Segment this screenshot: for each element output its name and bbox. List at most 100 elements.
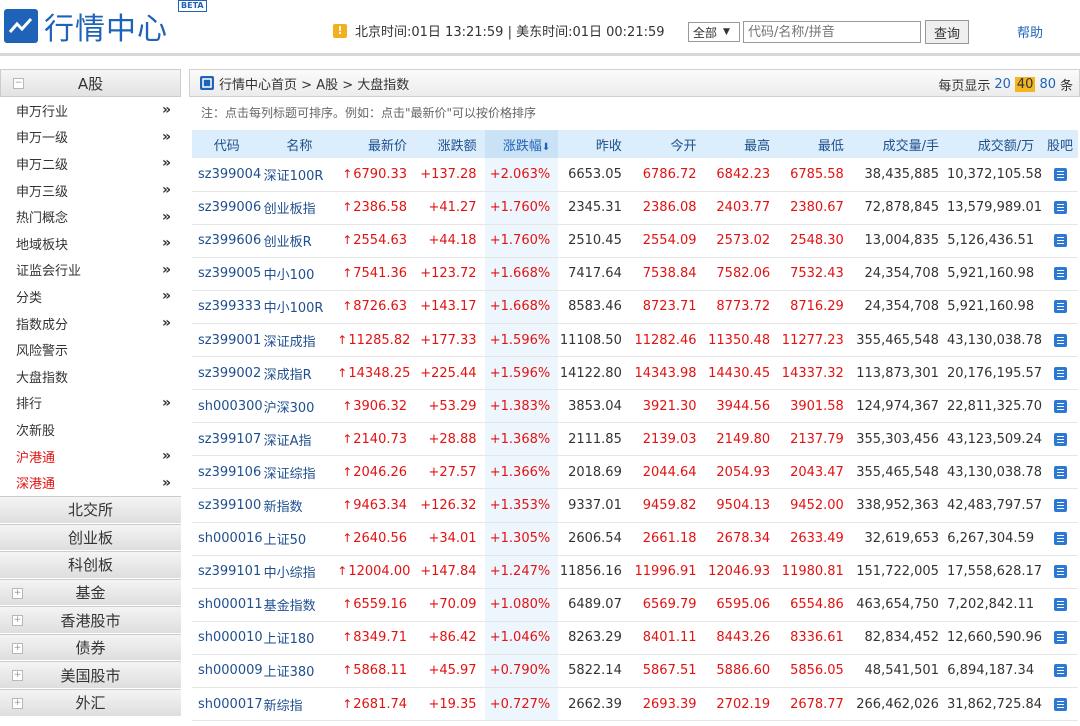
index-code-link[interactable]: sz399006 bbox=[192, 191, 262, 225]
column-header[interactable]: 昨收 bbox=[558, 130, 630, 158]
expand-arrow-icon[interactable]: » bbox=[162, 395, 171, 411]
sidebar-section[interactable]: + 美国股市 bbox=[0, 661, 181, 690]
sidebar-item[interactable]: 申万一级 » bbox=[0, 124, 181, 151]
index-code-link[interactable]: sz399001 bbox=[192, 323, 262, 358]
index-name-link[interactable]: 创业板指 bbox=[261, 191, 338, 225]
index-code-link[interactable]: sz399333 bbox=[192, 290, 262, 324]
index-name-link[interactable]: 深证综指 bbox=[261, 455, 338, 490]
expand-arrow-icon[interactable]: » bbox=[162, 102, 171, 118]
search-button[interactable]: 查询 bbox=[925, 20, 969, 44]
column-header[interactable]: 涨跌幅⬇ bbox=[484, 130, 559, 158]
forum-icon[interactable] bbox=[1053, 697, 1067, 711]
column-header[interactable]: 成交额/万 bbox=[946, 130, 1043, 158]
sidebar-section[interactable]: 北交所 bbox=[0, 495, 181, 524]
sidebar-section-a-shares[interactable]: − A股 bbox=[0, 69, 181, 97]
sidebar-item[interactable]: 大盘指数 bbox=[0, 363, 181, 390]
index-name-link[interactable]: 创业板R bbox=[261, 224, 338, 258]
index-code-link[interactable]: sh000016 bbox=[192, 522, 262, 556]
expand-icon[interactable]: + bbox=[12, 587, 23, 599]
index-code-link[interactable]: sz399100 bbox=[192, 488, 262, 523]
index-name-link[interactable]: 深证A指 bbox=[261, 422, 338, 457]
breadcrumb-a-shares[interactable]: A股 bbox=[316, 78, 338, 93]
forum-link[interactable] bbox=[1042, 422, 1078, 457]
forum-link[interactable] bbox=[1042, 687, 1078, 722]
sidebar-item[interactable]: 深港通 » bbox=[0, 469, 181, 496]
forum-icon[interactable] bbox=[1053, 234, 1067, 248]
breadcrumb-home[interactable]: 行情中心首页 bbox=[219, 78, 297, 93]
index-name-link[interactable]: 基金指数 bbox=[261, 588, 338, 622]
index-code-link[interactable]: sz399101 bbox=[192, 555, 262, 589]
forum-icon[interactable] bbox=[1053, 532, 1067, 546]
expand-icon[interactable]: + bbox=[12, 670, 23, 682]
expand-arrow-icon[interactable]: » bbox=[162, 209, 171, 225]
forum-icon[interactable] bbox=[1053, 366, 1067, 380]
expand-icon[interactable]: + bbox=[12, 698, 23, 710]
column-header[interactable]: 名称 bbox=[261, 130, 338, 158]
index-name-link[interactable]: 上证50 bbox=[261, 522, 338, 556]
column-header[interactable]: 最新价 bbox=[337, 130, 416, 158]
expand-arrow-icon[interactable]: » bbox=[162, 475, 171, 491]
expand-arrow-icon[interactable]: » bbox=[162, 182, 171, 198]
index-code-link[interactable]: sz399107 bbox=[192, 422, 262, 457]
column-header[interactable]: 代码 bbox=[192, 130, 262, 158]
forum-link[interactable] bbox=[1042, 389, 1078, 424]
index-name-link[interactable]: 新综指 bbox=[261, 687, 338, 722]
index-code-link[interactable]: sh000017 bbox=[192, 687, 262, 722]
logo[interactable]: 行情中心 bbox=[4, 8, 168, 47]
forum-link[interactable] bbox=[1042, 257, 1078, 291]
forum-icon[interactable] bbox=[1053, 399, 1067, 413]
index-name-link[interactable]: 中小100R bbox=[261, 290, 338, 324]
index-name-link[interactable]: 新指数 bbox=[261, 488, 338, 523]
expand-icon[interactable]: + bbox=[12, 642, 23, 654]
expand-arrow-icon[interactable]: » bbox=[162, 262, 171, 278]
forum-link[interactable] bbox=[1042, 654, 1078, 689]
sidebar-item[interactable]: 风险警示 bbox=[0, 336, 181, 363]
column-header[interactable]: 股吧 bbox=[1042, 130, 1078, 158]
forum-icon[interactable] bbox=[1053, 664, 1067, 678]
sidebar-item[interactable]: 证监会行业 » bbox=[0, 257, 181, 284]
sidebar-section[interactable]: + 外汇 bbox=[0, 689, 181, 717]
forum-link[interactable] bbox=[1042, 455, 1078, 490]
help-link[interactable]: 帮助 bbox=[1017, 22, 1043, 41]
sidebar-item[interactable]: 指数成分 » bbox=[0, 310, 181, 337]
sidebar-item[interactable]: 地域板块 » bbox=[0, 230, 181, 257]
sidebar-section[interactable]: + 香港股市 bbox=[0, 606, 181, 634]
forum-icon[interactable] bbox=[1053, 432, 1067, 446]
forum-link[interactable] bbox=[1042, 488, 1078, 523]
index-code-link[interactable]: sh000010 bbox=[192, 621, 262, 655]
index-name-link[interactable]: 上证180 bbox=[261, 621, 338, 655]
sidebar-section[interactable]: 创业板 bbox=[0, 523, 181, 552]
column-header[interactable]: 涨跌额 bbox=[415, 130, 485, 158]
forum-link[interactable] bbox=[1042, 555, 1078, 589]
column-header[interactable]: 今开 bbox=[629, 130, 705, 158]
forum-link[interactable] bbox=[1042, 323, 1078, 358]
sidebar-section[interactable]: 科创板 bbox=[0, 551, 181, 579]
index-code-link[interactable]: sz399002 bbox=[192, 356, 262, 391]
sidebar-section[interactable]: + 基金 bbox=[0, 578, 181, 607]
index-name-link[interactable]: 上证380 bbox=[261, 654, 338, 689]
forum-icon[interactable] bbox=[1053, 333, 1067, 347]
forum-link[interactable] bbox=[1042, 356, 1078, 391]
sidebar-item[interactable]: 分类 » bbox=[0, 283, 181, 310]
forum-link[interactable] bbox=[1042, 158, 1078, 192]
column-header[interactable]: 最高 bbox=[704, 130, 779, 158]
forum-link[interactable] bbox=[1042, 621, 1078, 655]
expand-arrow-icon[interactable]: » bbox=[162, 129, 171, 145]
column-header[interactable]: 最低 bbox=[778, 130, 852, 158]
index-code-link[interactable]: sz399005 bbox=[192, 257, 262, 291]
forum-icon[interactable] bbox=[1053, 565, 1067, 579]
forum-icon[interactable] bbox=[1053, 498, 1067, 512]
expand-arrow-icon[interactable]: » bbox=[162, 315, 171, 331]
index-name-link[interactable]: 沪深300 bbox=[261, 389, 338, 424]
forum-icon[interactable] bbox=[1053, 598, 1067, 612]
expand-icon[interactable]: + bbox=[12, 615, 23, 627]
per-page-20[interactable]: 20 bbox=[994, 77, 1011, 92]
index-name-link[interactable]: 中小100 bbox=[261, 257, 338, 291]
forum-link[interactable] bbox=[1042, 290, 1078, 324]
index-code-link[interactable]: sh000011 bbox=[192, 588, 262, 622]
expand-arrow-icon[interactable]: » bbox=[162, 288, 171, 304]
forum-icon[interactable] bbox=[1053, 167, 1067, 181]
index-code-link[interactable]: sz399004 bbox=[192, 158, 262, 192]
forum-icon[interactable] bbox=[1053, 267, 1067, 281]
sidebar-section[interactable]: + 债券 bbox=[0, 633, 181, 662]
